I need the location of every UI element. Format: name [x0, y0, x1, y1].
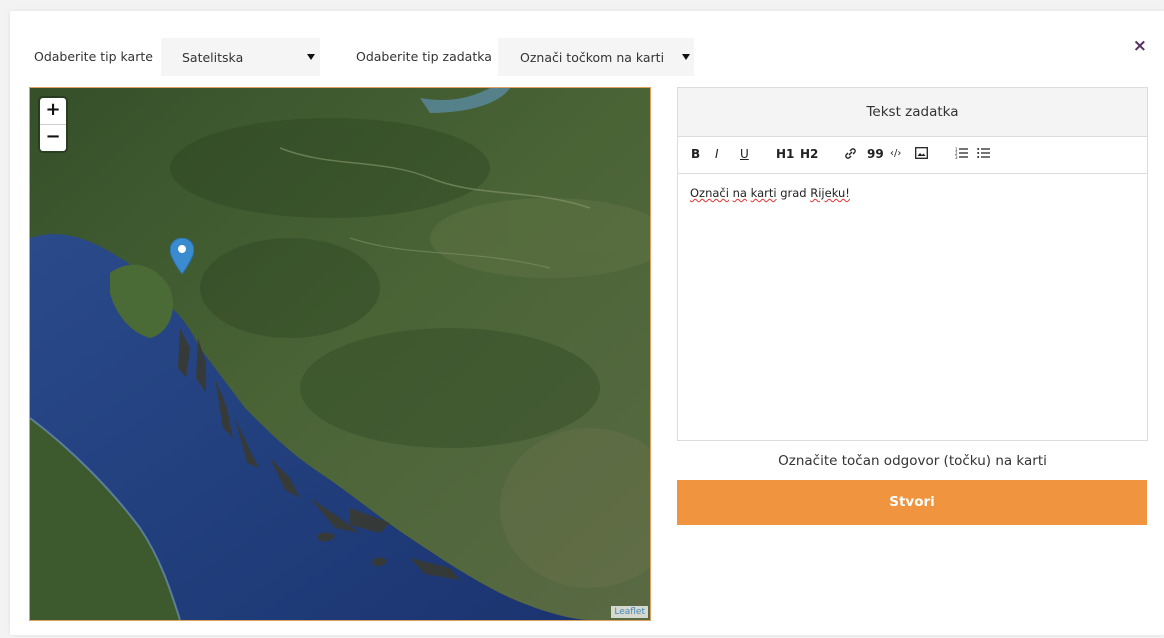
create-task-modal: Odaberite tip karte Satelitska Odaberite… — [10, 11, 1164, 635]
zoom-in-button[interactable]: + — [40, 98, 66, 124]
link-icon[interactable] — [844, 147, 857, 163]
editor-content[interactable]: Označi na karti grad Rijeku! — [678, 174, 1147, 212]
content-word: grad — [780, 186, 807, 200]
svg-text:3: 3 — [955, 155, 958, 159]
content-word: Označi — [690, 186, 729, 200]
content-word: karti — [750, 186, 777, 200]
ordered-list-icon[interactable]: 123 — [955, 147, 968, 162]
satellite-imagery — [30, 88, 650, 620]
satellite-map[interactable]: + − Leaflet — [29, 87, 651, 621]
italic-button[interactable]: I — [715, 147, 719, 161]
image-icon-graphic — [915, 147, 928, 159]
content-word: Rijeku! — [810, 186, 850, 200]
link-icon-graphic — [845, 148, 856, 159]
task-type-select[interactable]: Označi točkom na karti — [498, 38, 694, 76]
task-type-label: Odaberite tip zadatka — [356, 49, 492, 64]
underline-button[interactable]: U — [740, 147, 749, 161]
bullet-list-icon[interactable] — [977, 147, 990, 162]
quote-button[interactable]: 99 — [867, 147, 884, 161]
task-type-value: Označi točkom na karti — [520, 50, 665, 65]
editor-title: Tekst zadatka — [678, 88, 1147, 137]
task-text-editor: Tekst zadatka B I U H1 H2 99 ‹/› 123 Ozn… — [677, 87, 1148, 441]
chevron-down-icon — [682, 54, 690, 60]
map-type-label: Odaberite tip karte — [34, 49, 153, 64]
map-marker-icon[interactable] — [170, 238, 194, 274]
content-word: na — [732, 186, 747, 200]
heading2-button[interactable]: H2 — [800, 147, 818, 161]
zoom-out-button[interactable]: − — [40, 124, 66, 151]
create-button[interactable]: Stvori — [677, 480, 1147, 525]
chevron-down-icon — [307, 54, 315, 60]
zoom-control: + − — [40, 98, 66, 151]
map-type-value: Satelitska — [182, 50, 244, 65]
close-icon[interactable]: × — [1133, 38, 1147, 55]
answer-hint: Označite točan odgovor (točku) na karti — [778, 453, 1047, 469]
bold-button[interactable]: B — [691, 147, 700, 161]
image-icon[interactable] — [915, 147, 928, 162]
bullet-list-icon-graphic — [977, 148, 990, 158]
heading1-button[interactable]: H1 — [776, 147, 794, 161]
editor-toolbar: B I U H1 H2 99 ‹/› 123 — [678, 137, 1147, 174]
code-button[interactable]: ‹/› — [890, 148, 901, 159]
ordered-list-icon-graphic: 123 — [955, 147, 968, 160]
map-attribution-link[interactable]: Leaflet — [611, 606, 648, 618]
map-type-select[interactable]: Satelitska — [161, 38, 320, 76]
